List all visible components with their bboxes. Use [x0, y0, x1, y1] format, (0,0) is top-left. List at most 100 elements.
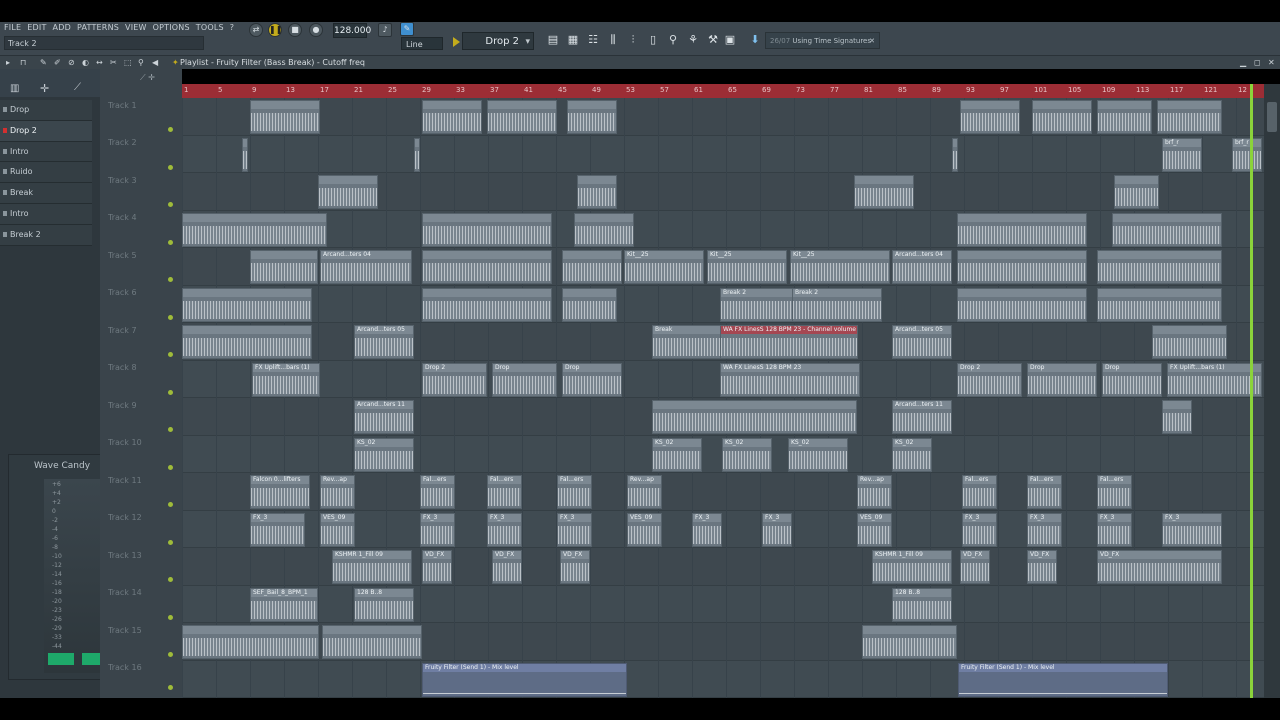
- playlist-clip[interactable]: Fal...ers: [1097, 475, 1132, 509]
- playlist-clip[interactable]: FX_3: [250, 512, 305, 547]
- piano-roll-icon[interactable]: ▦: [565, 32, 581, 48]
- track-label[interactable]: Track 7: [108, 326, 137, 335]
- menu-edit[interactable]: EDIT: [27, 23, 46, 35]
- playlist-clip[interactable]: [1152, 325, 1227, 359]
- track-mute-led[interactable]: [168, 165, 173, 170]
- news-close-icon[interactable]: ✕: [869, 33, 875, 50]
- playlist-clip[interactable]: Fal...ers: [420, 475, 455, 509]
- menu-options[interactable]: OPTIONS: [153, 23, 190, 35]
- track-label[interactable]: Track 6: [108, 288, 137, 297]
- tool-delete-icon[interactable]: ⊘: [68, 56, 75, 69]
- pattern-item-intro[interactable]: Intro: [0, 141, 92, 163]
- playlist-clip[interactable]: KS_02: [354, 437, 414, 472]
- track-lane[interactable]: [182, 135, 1264, 173]
- playlist-clip[interactable]: Kit__25: [707, 250, 787, 284]
- playlist-clip[interactable]: Arcand...ters 04: [320, 250, 412, 284]
- playlist-clip[interactable]: [854, 175, 914, 209]
- playlist-clip[interactable]: [414, 137, 420, 172]
- track-label[interactable]: Track 14: [108, 588, 142, 597]
- play-button[interactable]: ❚❚: [268, 23, 282, 37]
- vertical-scrollbar[interactable]: [1264, 84, 1280, 698]
- track-label[interactable]: Track 5: [108, 251, 137, 260]
- playlist-clip[interactable]: Arcand...ters 11: [354, 400, 414, 434]
- playlist-clip[interactable]: [422, 287, 552, 322]
- menu-patterns[interactable]: PATTERNS: [77, 23, 119, 35]
- pattern-item-break[interactable]: Break: [0, 183, 92, 204]
- playlist-clip[interactable]: KS_02: [652, 437, 702, 472]
- playlist-clip[interactable]: KSHMR 1_Fill 09: [872, 550, 952, 584]
- track-label[interactable]: Track 13: [108, 551, 142, 560]
- pattern-item-ruido[interactable]: Ruido: [0, 162, 92, 184]
- playlist-clip[interactable]: [1097, 287, 1222, 322]
- playlist-clip[interactable]: VD_FX: [960, 550, 990, 584]
- tool-brush-icon[interactable]: ✐: [54, 56, 61, 69]
- playlist-clip[interactable]: [422, 250, 552, 284]
- playlist-clip[interactable]: Drop: [562, 362, 622, 397]
- playlist-clip[interactable]: Fruity Filter (Send 1) - Mix level: [422, 662, 627, 697]
- playlist-clip[interactable]: [957, 250, 1087, 284]
- playlist-clip[interactable]: Fal...ers: [1027, 475, 1062, 509]
- playlist-clip[interactable]: [957, 212, 1087, 247]
- playlist-clip[interactable]: Arcand...ters 05: [892, 325, 952, 359]
- playlist-clip[interactable]: FX Uplift...bars (1): [252, 362, 320, 397]
- playlist-clip[interactable]: KS_02: [722, 437, 772, 472]
- track-label[interactable]: Track 15: [108, 626, 142, 635]
- playlist-clip[interactable]: Arcand...ters 04: [892, 250, 952, 284]
- playlist-clip[interactable]: FX_3: [487, 512, 522, 547]
- pattern-item-break-2[interactable]: Break 2: [0, 224, 92, 246]
- channel-rack-icon[interactable]: ☷: [585, 32, 601, 48]
- playlist-clip[interactable]: [182, 325, 312, 359]
- track-mute-led[interactable]: [168, 465, 173, 470]
- pattern-item-drop[interactable]: Drop: [0, 100, 92, 121]
- playlist-clip[interactable]: Drop: [1027, 362, 1097, 397]
- playlist-clip[interactable]: Rev...ap: [627, 475, 662, 509]
- playlist-clip[interactable]: [574, 212, 634, 247]
- playlist-clip[interactable]: FX_3: [962, 512, 997, 547]
- menu-help[interactable]: ?: [230, 23, 234, 35]
- playlist-clip[interactable]: [652, 400, 857, 434]
- playlist-clip[interactable]: [182, 287, 312, 322]
- track-mute-led[interactable]: [168, 502, 173, 507]
- playlist-clip[interactable]: VD_FX: [1097, 550, 1222, 584]
- track-mute-led[interactable]: [168, 652, 173, 657]
- snap-mode-select[interactable]: Line: [401, 37, 443, 50]
- track-mute-led[interactable]: [168, 390, 173, 395]
- playlist-clip[interactable]: brf_r: [1162, 137, 1202, 172]
- menu-add[interactable]: ADD: [53, 23, 71, 35]
- playlist-clip[interactable]: Drop: [1102, 362, 1162, 397]
- pattern-selector[interactable]: Drop 2: [453, 32, 534, 51]
- track-label[interactable]: Track 2: [108, 138, 137, 147]
- playlist-clip[interactable]: FX_3: [1162, 512, 1222, 547]
- playlist-clip[interactable]: 128 B..8: [354, 587, 414, 622]
- playlist-clip[interactable]: FX_3: [557, 512, 592, 547]
- pattern-item-drop-2[interactable]: Drop 2: [0, 120, 92, 142]
- download-icon[interactable]: ⬇: [747, 32, 763, 48]
- playlist-clip[interactable]: FX_3: [762, 512, 792, 547]
- track-label[interactable]: Track 9: [108, 401, 137, 410]
- window-minimize-icon[interactable]: ▁: [1240, 56, 1246, 69]
- playlist-clip[interactable]: Fal...ers: [487, 475, 522, 509]
- tool-zoom-icon[interactable]: ⚲: [138, 56, 144, 69]
- playlist-clip[interactable]: KS_02: [892, 437, 932, 472]
- menu-file[interactable]: FILE: [4, 23, 21, 35]
- playlist-clip[interactable]: [567, 100, 617, 134]
- playlist-arrow-icon[interactable]: ▸: [6, 56, 10, 69]
- playlist-clip[interactable]: VD_FX: [1027, 550, 1057, 584]
- playlist-clip[interactable]: WA FX LinesS 128 BPM 23: [720, 362, 860, 397]
- playlist-clip[interactable]: [1162, 400, 1192, 434]
- tool-slip-icon[interactable]: ↔: [96, 56, 103, 69]
- playlist-clip[interactable]: [322, 625, 422, 659]
- playlist-clip[interactable]: Drop 2: [957, 362, 1022, 397]
- playlist-clip[interactable]: Kit__25: [790, 250, 890, 284]
- playlist-clip[interactable]: [1114, 175, 1159, 209]
- track-mute-led[interactable]: [168, 127, 173, 132]
- track-label[interactable]: Track 1: [108, 101, 137, 110]
- playlist-clip[interactable]: VES_09: [320, 512, 355, 547]
- browser-icon[interactable]: ▯: [645, 32, 661, 48]
- track-label[interactable]: Track 8: [108, 363, 137, 372]
- track-mute-led[interactable]: [168, 352, 173, 357]
- track-mute-led[interactable]: [168, 277, 173, 282]
- track-mute-led[interactable]: [168, 240, 173, 245]
- playlist-grid[interactable]: brf_r brf_r Arcand...ters 04 Kit__25 Kit__25…: [182, 98, 1264, 698]
- mixer-faders-icon[interactable]: ⫶: [625, 32, 641, 48]
